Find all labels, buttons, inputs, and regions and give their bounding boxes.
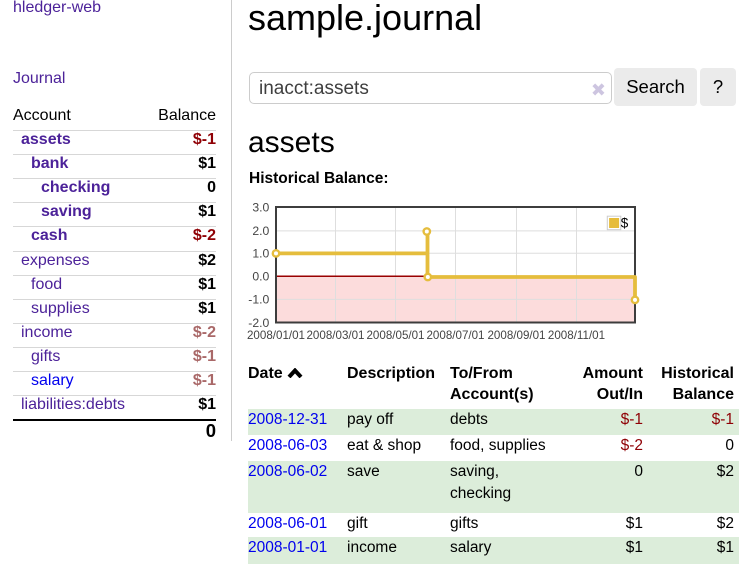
svg-text:2008/03/01: 2008/03/01 <box>306 329 364 342</box>
svg-text:2008/09/01: 2008/09/01 <box>487 329 545 342</box>
svg-text:2008/11/01: 2008/11/01 <box>548 329 605 342</box>
svg-text:2008/01/01: 2008/01/01 <box>247 329 305 342</box>
svg-text:2008/07/01: 2008/07/01 <box>426 329 484 342</box>
svg-text:-2.0: -2.0 <box>248 316 269 330</box>
svg-text:3.0: 3.0 <box>252 200 269 214</box>
svg-text:$: $ <box>621 216 629 231</box>
svg-text:2008/05/01: 2008/05/01 <box>366 329 424 342</box>
svg-text:1.0: 1.0 <box>252 247 269 261</box>
svg-text:0.0: 0.0 <box>252 270 269 284</box>
svg-text:2.0: 2.0 <box>252 224 269 238</box>
svg-text:-1.0: -1.0 <box>248 293 269 307</box>
